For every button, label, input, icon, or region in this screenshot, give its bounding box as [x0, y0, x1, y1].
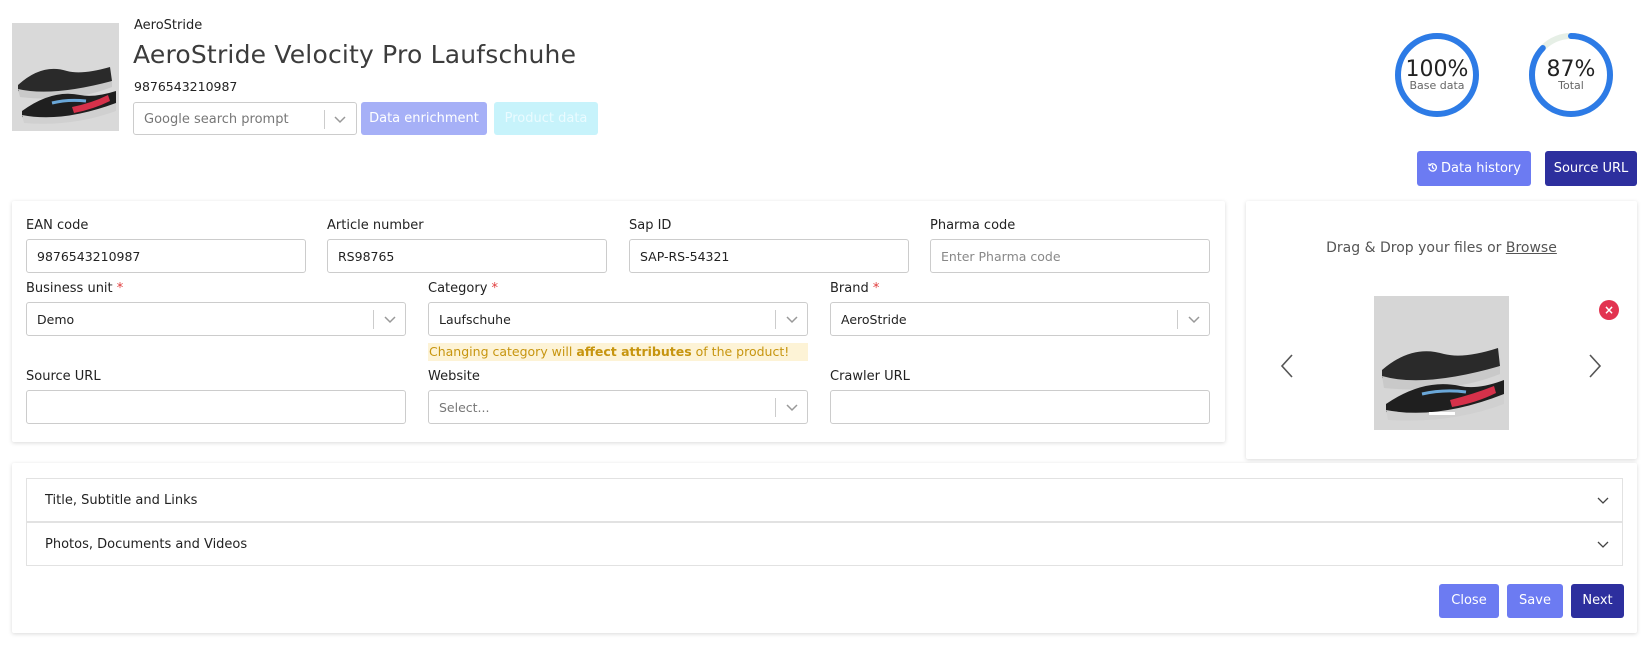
business-unit-label: Business unit *: [26, 281, 123, 296]
product-image: [1374, 296, 1509, 430]
business-unit-select[interactable]: Demo: [26, 302, 406, 336]
label-text: Business unit: [26, 281, 113, 296]
chevron-down-icon: [1188, 316, 1200, 324]
browse-link[interactable]: Browse: [1506, 240, 1557, 256]
label-text: Brand: [830, 281, 869, 296]
source-url-label: Source URL: [26, 369, 101, 384]
data-history-button[interactable]: Data history: [1417, 151, 1531, 186]
chevron-down-icon: [384, 316, 396, 324]
required-mark: *: [491, 281, 499, 296]
chevron-right-icon[interactable]: [1584, 353, 1604, 379]
chevron-down-icon: [786, 404, 798, 412]
category-label: Category *: [428, 281, 498, 296]
select-placeholder: Select...: [439, 400, 490, 415]
brand-label: Brand *: [830, 281, 879, 296]
google-search-prompt-select[interactable]: Google search prompt: [133, 102, 357, 135]
total-gauge: 87% Total: [1527, 31, 1615, 119]
product-ean: 9876543210987: [134, 79, 238, 94]
select-separator: [775, 398, 776, 417]
accordion-photos-documents-videos[interactable]: Photos, Documents and Videos: [26, 522, 1623, 566]
warning-text: Changing category will: [429, 344, 577, 359]
category-warning: Changing category will affect attributes…: [428, 343, 808, 361]
website-select[interactable]: Select...: [428, 390, 808, 424]
ean-label: EAN code: [26, 218, 89, 233]
select-value: Demo: [37, 312, 75, 327]
data-enrichment-button[interactable]: Data enrichment: [361, 102, 487, 135]
article-number-input[interactable]: RS98765: [327, 239, 607, 273]
product-title: AeroStride Velocity Pro Laufschuhe: [133, 40, 577, 69]
save-button[interactable]: Save: [1507, 584, 1563, 618]
chevron-down-icon: [1597, 541, 1609, 548]
select-value: Laufschuhe: [439, 312, 511, 327]
brand-select[interactable]: AeroStride: [830, 302, 1210, 336]
website-label: Website: [428, 369, 480, 384]
carousel-indicator[interactable]: [1429, 412, 1455, 415]
chevron-left-icon[interactable]: [1278, 353, 1298, 379]
product-thumbnail: [12, 23, 119, 131]
accordion-title: Photos, Documents and Videos: [45, 537, 248, 552]
select-separator: [373, 310, 374, 329]
source-url-button[interactable]: Source URL: [1545, 151, 1637, 186]
gauge-label: Total: [1558, 79, 1584, 92]
pharma-code-label: Pharma code: [930, 218, 1016, 233]
article-number-label: Article number: [327, 218, 424, 233]
dropzone[interactable]: Drag & Drop your files or Browse: [1246, 240, 1637, 256]
product-data-button[interactable]: Product data: [494, 102, 598, 135]
select-separator: [775, 310, 776, 329]
pharma-code-input[interactable]: Enter Pharma code: [930, 239, 1210, 273]
base-data-gauge: 100% Base data: [1393, 31, 1481, 119]
warning-bold: affect attributes: [576, 344, 692, 359]
next-button[interactable]: Next: [1571, 584, 1624, 618]
history-icon: [1428, 163, 1437, 172]
remove-image-button[interactable]: ×: [1599, 300, 1619, 320]
required-mark: *: [872, 281, 880, 296]
warning-text-end: of the product!: [691, 344, 790, 359]
close-button[interactable]: Close: [1439, 584, 1499, 618]
sap-id-input[interactable]: SAP-RS-54321: [629, 239, 909, 273]
select-separator: [324, 110, 325, 129]
source-url-input[interactable]: [26, 390, 406, 424]
select-value: AeroStride: [841, 312, 907, 327]
chevron-down-icon: [1597, 497, 1609, 504]
select-separator: [1177, 310, 1178, 329]
accordion-title: Title, Subtitle and Links: [45, 493, 198, 508]
select-placeholder: Google search prompt: [144, 112, 289, 127]
category-select[interactable]: Laufschuhe: [428, 302, 808, 336]
accordion-title-subtitle-links[interactable]: Title, Subtitle and Links: [26, 478, 1623, 522]
brand-name: AeroStride: [134, 18, 203, 33]
sap-id-label: Sap ID: [629, 218, 672, 233]
chevron-down-icon: [334, 116, 346, 124]
crawler-url-input[interactable]: [830, 390, 1210, 424]
label-text: Category: [428, 281, 488, 296]
required-mark: *: [116, 281, 124, 296]
chevron-down-icon: [786, 316, 798, 324]
gauge-label: Base data: [1409, 79, 1465, 92]
ean-input[interactable]: 9876543210987: [26, 239, 306, 273]
crawler-url-label: Crawler URL: [830, 369, 910, 384]
data-history-label: Data history: [1441, 161, 1521, 176]
dropzone-text: Drag & Drop your files or: [1326, 240, 1506, 256]
